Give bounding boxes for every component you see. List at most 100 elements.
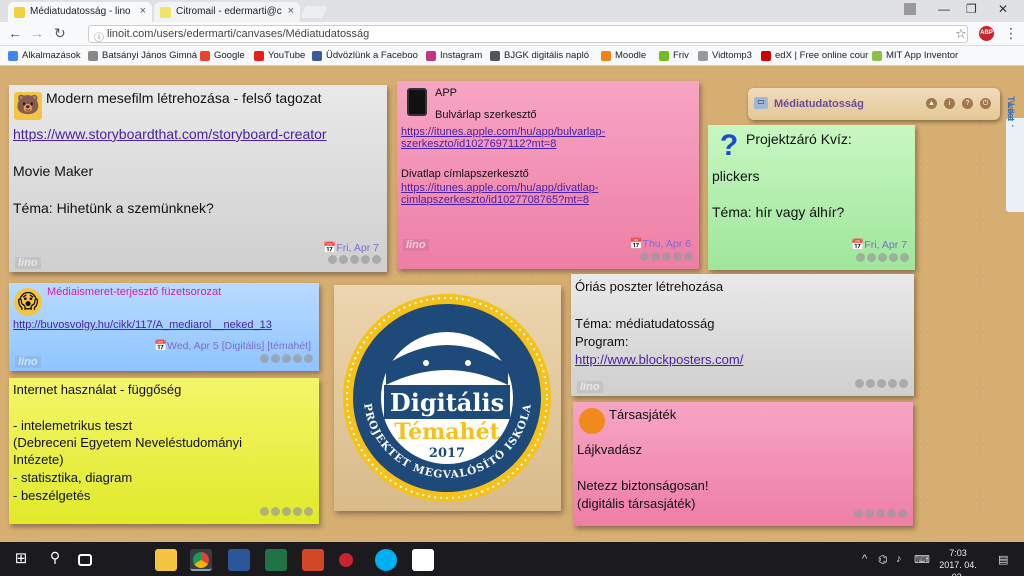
profile-icon[interactable] — [904, 3, 916, 15]
close-tab-icon[interactable]: × — [140, 5, 146, 17]
flag-icon[interactable] — [889, 253, 898, 262]
social-share-bar[interactable]: Like · Tweet — [1006, 96, 1024, 212]
note-controls[interactable] — [638, 248, 693, 266]
network-icon[interactable]: ⌬ — [878, 553, 888, 566]
view-icon[interactable] — [271, 507, 280, 516]
sticky-note-mesefilm[interactable]: 🐻 Modern mesefilm létrehozása - felső ta… — [9, 85, 387, 272]
tray-chevron-icon[interactable]: ^ — [862, 553, 867, 565]
buvosvolgy-link[interactable]: http://buvosvolgy.hu/cikk/117/A_mediarol… — [13, 319, 272, 331]
note-controls[interactable] — [258, 503, 313, 521]
edit-icon[interactable] — [640, 252, 649, 261]
close-tab-icon[interactable]: × — [288, 5, 294, 17]
bookmark-mit[interactable]: MIT App Inventor — [872, 50, 958, 61]
close-window-icon[interactable]: ✕ — [998, 2, 1008, 16]
storyboard-link[interactable]: https://www.storyboardthat.com/storyboar… — [13, 126, 327, 142]
chrome-icon[interactable] — [190, 549, 212, 571]
task-view-icon[interactable] — [78, 554, 92, 566]
view-icon[interactable] — [339, 255, 348, 264]
edit-icon[interactable] — [328, 255, 337, 264]
file-explorer-icon[interactable] — [155, 549, 177, 571]
download-icon[interactable] — [282, 507, 291, 516]
flag-icon[interactable] — [673, 252, 682, 261]
download-icon[interactable] — [878, 253, 887, 262]
power-icon[interactable]: ⏻ — [980, 98, 991, 109]
edit-icon[interactable] — [855, 379, 864, 388]
keyboard-icon[interactable]: ⌨ — [914, 553, 930, 566]
start-icon[interactable]: ⊞ — [10, 549, 32, 571]
up-icon[interactable]: ▲ — [926, 98, 937, 109]
adblock-icon[interactable]: ABP — [979, 26, 994, 41]
edit-icon[interactable] — [856, 253, 865, 262]
bookmark-batsanyi[interactable]: Batsányi János Gimná — [88, 50, 197, 61]
bookmark-instagram[interactable]: Instagram — [426, 50, 482, 61]
reload-icon[interactable]: ↻ — [54, 25, 66, 42]
download-icon[interactable] — [350, 255, 359, 264]
edit-icon[interactable] — [260, 507, 269, 516]
skype-icon[interactable] — [375, 549, 397, 571]
tab-citromail[interactable]: Citromail - edermarti@c × — [154, 2, 300, 22]
tab-mediatudatossag[interactable]: Médiatudatosság - lino × — [8, 2, 152, 22]
view-icon[interactable] — [651, 252, 660, 261]
browser-menu-icon[interactable]: ⋮ — [1004, 25, 1018, 42]
flag-icon[interactable] — [361, 255, 370, 264]
download-icon[interactable] — [876, 509, 885, 518]
sticky-note-internet[interactable]: Internet használat - függőség - inteleme… — [9, 378, 319, 524]
bookmark-apps[interactable]: Alkalmazások — [8, 50, 81, 61]
done-icon[interactable] — [372, 255, 381, 264]
done-icon[interactable] — [304, 507, 313, 516]
blockposters-link[interactable]: http://www.blockposters.com/ — [575, 352, 743, 367]
sticky-note-fuzetsorozat[interactable]: 😱 Médiaismeret-terjesztő füzetsorozat ht… — [9, 283, 319, 371]
note-controls[interactable] — [258, 350, 313, 368]
minimize-icon[interactable]: — — [938, 2, 950, 16]
download-icon[interactable] — [662, 252, 671, 261]
forward-icon[interactable]: → — [30, 25, 44, 41]
search-icon[interactable]: ⚲ — [44, 549, 66, 571]
new-tab-button[interactable] — [300, 6, 328, 18]
done-icon[interactable] — [900, 253, 909, 262]
edit-icon[interactable] — [260, 354, 269, 363]
info-icon[interactable]: i — [944, 98, 955, 109]
share-labels[interactable]: Like · Tweet — [1006, 96, 1018, 127]
sticky-note-tarsasjatek[interactable]: Társasjáték Lájkvadász Netezz biztonságo… — [573, 402, 913, 526]
flag-icon[interactable] — [293, 354, 302, 363]
view-icon[interactable] — [271, 354, 280, 363]
bookmark-google[interactable]: Google — [200, 50, 245, 61]
note-controls[interactable] — [852, 505, 907, 523]
system-clock[interactable]: 7:03 2017. 04. 03. — [936, 547, 980, 576]
notifications-icon[interactable]: ▤ — [998, 553, 1008, 566]
flag-icon[interactable] — [887, 509, 896, 518]
photos-icon[interactable] — [412, 549, 434, 571]
sticky-note-app[interactable]: APP Bulvárlap szerkesztő https://itunes.… — [397, 81, 699, 269]
bookmark-moodle[interactable]: Moodle — [601, 50, 646, 61]
help-icon[interactable]: ? — [962, 98, 973, 109]
view-icon[interactable] — [865, 509, 874, 518]
note-controls[interactable] — [326, 251, 381, 269]
done-icon[interactable] — [898, 509, 907, 518]
bookmark-vidtomp3[interactable]: Vidtomp3 — [698, 50, 752, 61]
bookmark-edx[interactable]: edX | Free online cour — [761, 50, 868, 61]
download-icon[interactable] — [282, 354, 291, 363]
bookmark-bjgk[interactable]: BJGK digitális napló — [490, 50, 589, 61]
powerpoint-icon[interactable] — [302, 549, 324, 571]
edit-icon[interactable] — [854, 509, 863, 518]
done-icon[interactable] — [684, 252, 693, 261]
tweet-button[interactable]: Tweet — [1006, 96, 1016, 121]
word-icon[interactable] — [228, 549, 250, 571]
sticky-note-poszter[interactable]: Óriás poszter létrehozása Téma: médiatud… — [571, 274, 914, 396]
done-icon[interactable] — [304, 354, 313, 363]
volume-icon[interactable]: ♪ — [896, 553, 902, 565]
sticky-note-kviz[interactable]: ? Projektzáró Kvíz: plickers Téma: hír v… — [708, 125, 915, 270]
flag-icon[interactable] — [293, 507, 302, 516]
badge-card[interactable]: Digitális Témahét 2017 PROJEKTET MEGVALÓ… — [334, 285, 561, 511]
back-icon[interactable]: ← — [8, 25, 22, 41]
flag-icon[interactable] — [888, 379, 897, 388]
view-icon[interactable] — [867, 253, 876, 262]
address-input[interactable]: ⓘ linoit.com/users/edermarti/canvases/Mé… — [88, 25, 968, 44]
note-controls[interactable] — [854, 249, 909, 267]
excel-icon[interactable] — [265, 549, 287, 571]
bookmark-youtube[interactable]: YouTube — [254, 50, 305, 61]
bookmark-friv[interactable]: Friv — [659, 50, 689, 61]
download-icon[interactable] — [877, 379, 886, 388]
done-icon[interactable] — [899, 379, 908, 388]
note-controls[interactable] — [853, 375, 908, 393]
